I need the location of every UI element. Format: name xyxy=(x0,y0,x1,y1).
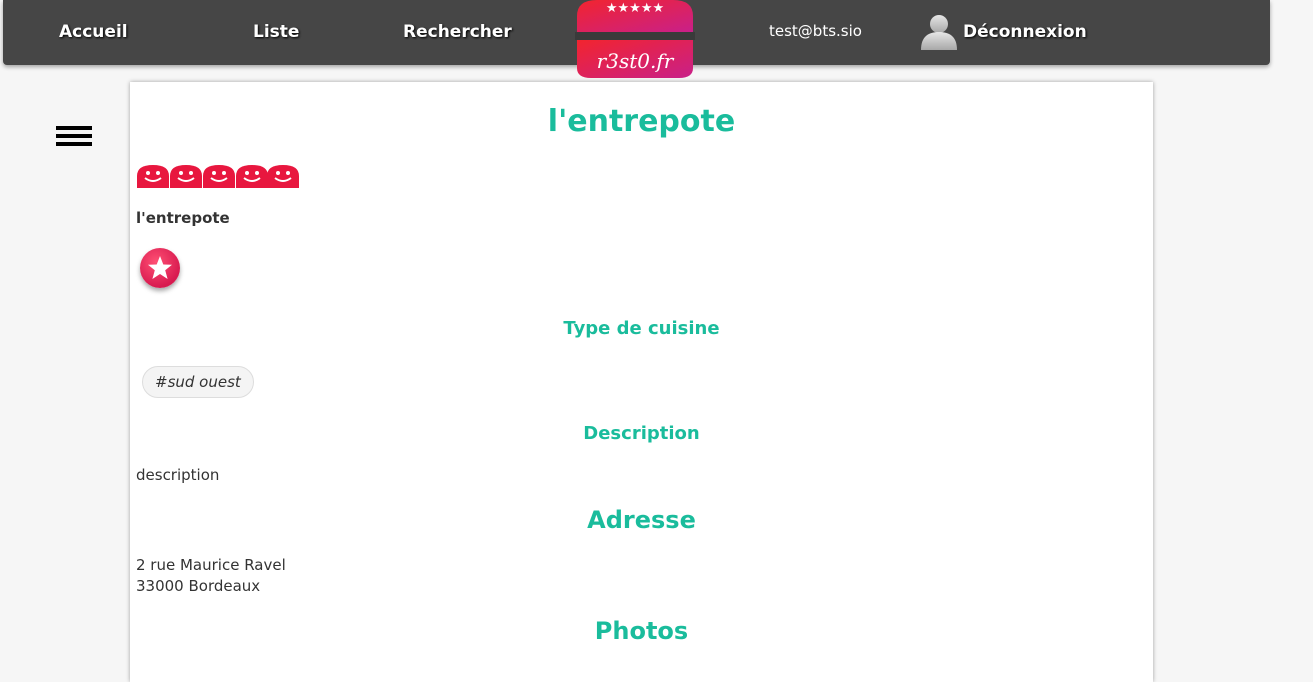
description-text: description xyxy=(136,466,220,484)
hamburger-menu-icon[interactable] xyxy=(56,126,92,146)
user-avatar-icon xyxy=(921,15,957,50)
address-line-2: 33000 Bordeaux xyxy=(136,577,261,595)
address-line-1: 2 rue Maurice Ravel xyxy=(136,556,286,574)
photos-heading: Photos xyxy=(594,617,689,645)
smiley-rating-icon xyxy=(137,165,169,188)
restaurant-card: l'entrepote l'entrepote Type de cuisine … xyxy=(130,82,1153,682)
nav-search-link[interactable]: Rechercher xyxy=(403,22,512,42)
star-favorite-icon xyxy=(148,256,172,279)
smiley-rating-icon xyxy=(203,165,235,188)
svg-text:★★★★★: ★★★★★ xyxy=(606,1,664,16)
smiley-rating-icon xyxy=(267,165,299,188)
restaurant-name: l'entrepote xyxy=(136,209,230,227)
logo-text: r3st0.fr xyxy=(597,49,675,73)
nav-list-link[interactable]: Liste xyxy=(253,22,299,42)
nav-home-link[interactable]: Accueil xyxy=(59,22,128,42)
burger-logo-icon[interactable]: ★★★★★ r3st0.fr xyxy=(575,0,695,78)
smiley-rating-icon xyxy=(170,165,202,188)
logout-link[interactable]: Déconnexion xyxy=(963,22,1087,42)
cuisine-tag[interactable]: #sud ouest xyxy=(142,366,254,398)
favorite-button[interactable] xyxy=(140,248,180,288)
address-heading: Adresse xyxy=(587,506,696,534)
restaurant-title: l'entrepote xyxy=(547,104,736,139)
description-heading: Description xyxy=(583,423,700,444)
user-email: test@bts.sio xyxy=(769,22,862,40)
cuisine-heading: Type de cuisine xyxy=(563,318,720,339)
smiley-rating-icon xyxy=(236,165,268,188)
